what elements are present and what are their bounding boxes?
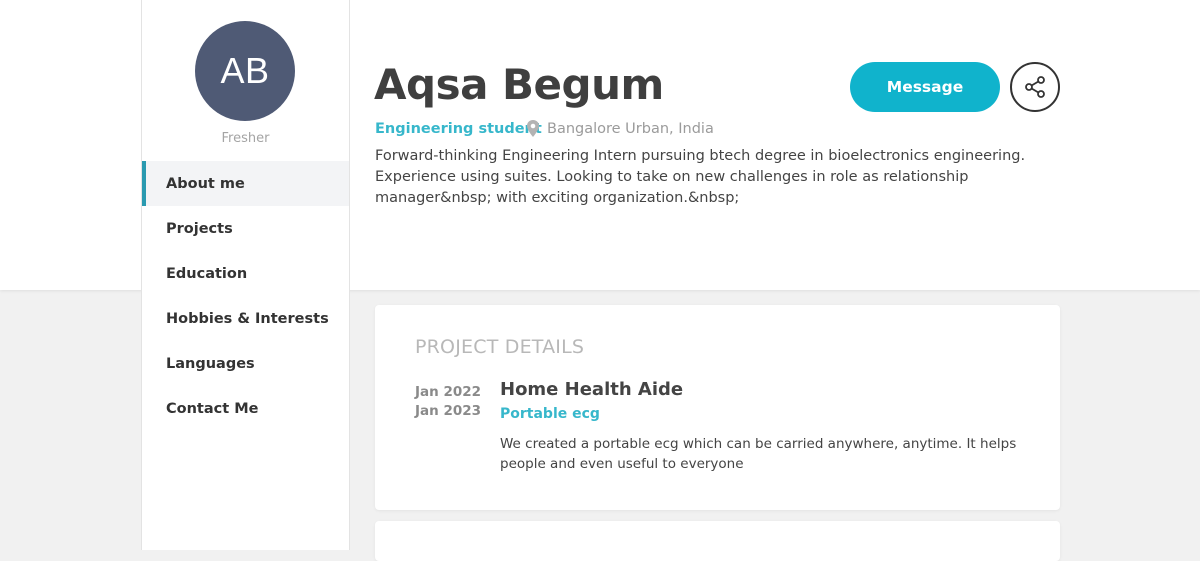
project-details-card: PROJECT DETAILS Jan 2022 Jan 2023 Home H… (375, 305, 1060, 510)
message-button[interactable]: Message (850, 62, 1000, 112)
nav-item-education[interactable]: Education (142, 251, 349, 296)
nav-item-contact-me[interactable]: Contact Me (142, 386, 349, 431)
share-icon (1025, 76, 1045, 98)
avatar: AB (195, 21, 295, 121)
project-description: We created a portable ecg which can be c… (500, 436, 1017, 472)
profile-location: Bangalore Urban, India (547, 121, 714, 137)
project-subtitle: Portable ecg (500, 406, 600, 422)
nav-item-about-me[interactable]: About me (142, 161, 349, 206)
location-pin-icon (527, 120, 539, 137)
share-button[interactable] (1010, 62, 1060, 112)
profile-bio: Forward-thinking Engineering Intern purs… (375, 148, 1026, 206)
nav-item-projects[interactable]: Projects (142, 206, 349, 251)
project-title: Home Health Aide (500, 379, 684, 400)
experience-level: Fresher (221, 131, 270, 146)
nav-item-hobbies-interests[interactable]: Hobbies & Interests (142, 296, 349, 341)
next-section-card (375, 521, 1060, 561)
profile-role: Engineering student (375, 121, 542, 137)
sidebar-nav: About me Projects Education Hobbies & In… (142, 161, 349, 431)
project-dates: Jan 2022 Jan 2023 (415, 383, 481, 421)
sidebar: AB Fresher About me Projects Education H… (141, 0, 350, 550)
profile-name: Aqsa Begum (374, 60, 664, 109)
nav-item-languages[interactable]: Languages (142, 341, 349, 386)
project-end-date: Jan 2023 (415, 403, 482, 419)
project-start-date: Jan 2022 (415, 384, 482, 400)
section-title: PROJECT DETAILS (415, 336, 585, 358)
